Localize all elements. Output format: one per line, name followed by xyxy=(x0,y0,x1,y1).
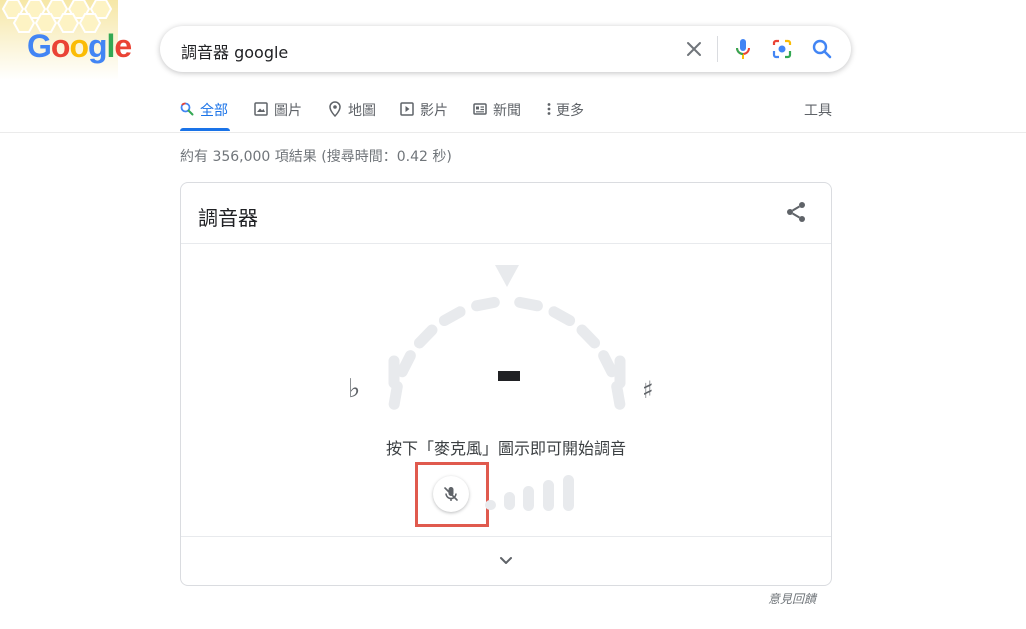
dial-segment xyxy=(548,306,576,327)
dial-segment xyxy=(396,350,416,378)
image-icon xyxy=(254,102,268,116)
card-title: 調音器 xyxy=(198,206,258,230)
logo-text: Google xyxy=(27,28,132,64)
search-icon[interactable] xyxy=(810,37,834,61)
clear-icon[interactable] xyxy=(682,37,706,61)
card-divider xyxy=(181,536,831,537)
tab-news[interactable]: 新聞 xyxy=(473,100,521,132)
lens-camera-icon[interactable] xyxy=(770,37,794,61)
microphone-button[interactable] xyxy=(433,476,469,512)
tab-images[interactable]: 圖片 xyxy=(254,100,302,132)
dial-segment xyxy=(438,306,466,327)
tools-button[interactable]: 工具 xyxy=(804,100,832,120)
level-bar xyxy=(543,480,554,511)
dial-segment xyxy=(576,324,601,349)
play-icon xyxy=(400,102,414,116)
tab-label: 新聞 xyxy=(493,103,521,119)
share-icon[interactable] xyxy=(784,200,808,224)
level-bar xyxy=(504,492,515,510)
dial-segment xyxy=(598,350,618,378)
search-input[interactable]: 調音器 google xyxy=(181,39,288,63)
dial-segment xyxy=(611,381,626,410)
tab-label: 圖片 xyxy=(274,103,302,119)
dial-segment xyxy=(514,296,543,312)
tuner-instruction: 按下「麥克風」圖示即可開始調音 xyxy=(385,439,626,458)
dial-segment xyxy=(413,324,438,349)
tab-label: 更多 xyxy=(556,103,584,119)
newspaper-icon xyxy=(473,103,487,115)
search-icon xyxy=(180,102,194,116)
voice-search-icon[interactable] xyxy=(731,37,755,61)
tab-label: 地圖 xyxy=(348,103,376,119)
search-box-divider xyxy=(717,36,718,62)
mic-off-icon xyxy=(444,487,458,501)
dial-segment xyxy=(388,381,403,410)
dial-pointer xyxy=(495,265,519,287)
map-pin-icon xyxy=(329,101,341,117)
flat-symbol: ♭ xyxy=(348,374,361,404)
tabs-divider xyxy=(0,132,1026,133)
google-logo[interactable]: Google xyxy=(0,0,132,80)
tab-videos[interactable]: 影片 xyxy=(400,100,448,132)
tab-more[interactable]: 更多 xyxy=(546,100,584,132)
result-stats: 約有 356,000 項結果 (搜尋時間：0.42 秒) xyxy=(180,149,452,165)
active-tab-indicator xyxy=(180,128,230,131)
note-indicator xyxy=(498,371,520,381)
level-bar xyxy=(485,500,496,510)
feedback-link[interactable]: 意見回饋 xyxy=(768,590,816,607)
chevron-down-icon[interactable] xyxy=(494,551,518,571)
search-box[interactable]: 調音器 google xyxy=(160,26,851,72)
tab-label: 影片 xyxy=(420,103,448,119)
sharp-symbol: ♯ xyxy=(642,376,654,404)
tab-maps[interactable]: 地圖 xyxy=(328,100,376,132)
dial-segment xyxy=(471,296,500,312)
tuner-card: 調音器 ♭ ♯ 按下「麥克風」圖示即可開始調音 xyxy=(180,182,832,586)
tab-label: 全部 xyxy=(200,103,228,119)
more-vertical-icon xyxy=(547,103,551,115)
card-divider xyxy=(181,243,831,244)
level-bar xyxy=(523,486,534,511)
level-bar xyxy=(563,475,574,511)
